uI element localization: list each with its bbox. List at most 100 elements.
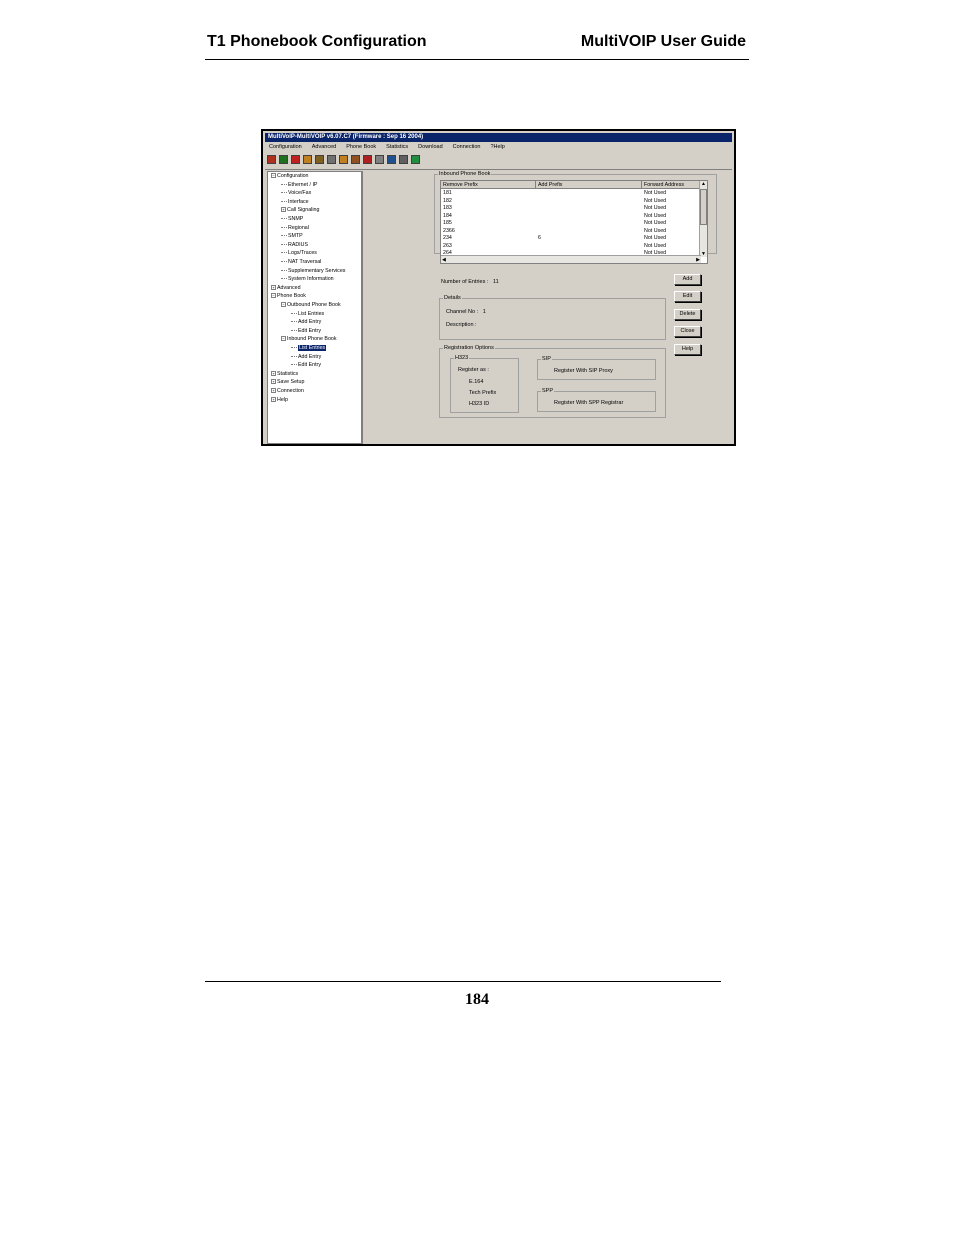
tree-item-connection[interactable]: + Connection bbox=[271, 388, 304, 395]
tree-connector-icon bbox=[291, 347, 297, 349]
user-icon[interactable] bbox=[351, 155, 360, 164]
table-cell: 6 bbox=[538, 235, 541, 241]
list-vertical-scrollbar[interactable]: ▲ ▼ bbox=[699, 181, 707, 257]
scroll-left-icon[interactable]: ◀ bbox=[442, 257, 446, 263]
spp-box: SPP Register With SPP Registrar bbox=[537, 388, 656, 412]
tree-item-label: Phone Book bbox=[277, 293, 306, 300]
toolbar-divider bbox=[265, 169, 732, 170]
number-of-entries-label: Number of Entries : 11 bbox=[441, 279, 499, 285]
tech-prefix-option[interactable]: Tech Prefix bbox=[469, 390, 496, 397]
h323-id-option[interactable]: H323 ID bbox=[469, 401, 489, 408]
tree-connector-icon bbox=[281, 200, 287, 202]
menu--help[interactable]: ?Help bbox=[490, 143, 504, 152]
tree-connector-icon bbox=[281, 218, 287, 220]
inbound-entries-list[interactable]: Remove Prefix Add Prefix Forward Address… bbox=[440, 180, 708, 264]
tree-item-label: Supplementary Services bbox=[288, 267, 346, 274]
graph-icon[interactable] bbox=[363, 155, 372, 164]
tree-item-add-entry[interactable]: Add Entry bbox=[291, 319, 321, 326]
edit-button[interactable]: Edit bbox=[674, 291, 701, 302]
menu-phone-book[interactable]: Phone Book bbox=[346, 143, 376, 152]
tree-item-save-setup[interactable]: + Save Setup bbox=[271, 379, 304, 386]
scroll-right-icon[interactable]: ▶ bbox=[696, 257, 700, 263]
table-cell: Not Used bbox=[644, 220, 667, 226]
window-title: MultiVoIP-MultiVOIP v6.07.C7 (Firmware :… bbox=[265, 133, 732, 142]
table-cell: Not Used bbox=[644, 242, 667, 249]
scroll-up-icon[interactable]: ▲ bbox=[701, 181, 706, 187]
collapse-icon[interactable]: − bbox=[271, 173, 276, 179]
menu-configuration[interactable]: Configuration bbox=[269, 143, 302, 152]
tree-item-help[interactable]: + Help bbox=[271, 397, 288, 404]
column-forward-address[interactable]: Forward Address bbox=[642, 181, 701, 189]
tree-item-interface[interactable]: Interface bbox=[281, 199, 309, 206]
tree-item-edit-entry[interactable]: Edit Entry bbox=[291, 362, 321, 369]
tree-item-label: Statistics bbox=[277, 370, 299, 377]
tree-item-ethernet-ip[interactable]: Ethernet / IP bbox=[281, 182, 317, 189]
tree-item-statistics[interactable]: + Statistics bbox=[271, 371, 298, 378]
menu-download[interactable]: Download bbox=[418, 143, 442, 152]
table-cell: 183 bbox=[443, 205, 452, 211]
expand-icon[interactable]: + bbox=[271, 370, 276, 376]
network-icon[interactable] bbox=[267, 155, 276, 164]
tree-item-label: Advanced bbox=[277, 284, 301, 291]
page-number: 184 bbox=[465, 991, 489, 1008]
tree-item-call-signaling[interactable]: + Call Signaling bbox=[281, 207, 319, 214]
tree-item-phone-book[interactable]: − Phone Book bbox=[271, 293, 306, 300]
expand-icon[interactable]: + bbox=[281, 207, 286, 213]
close-button[interactable]: Close bbox=[674, 326, 701, 337]
navigation-tree[interactable]: − Configuration Ethernet / IP Voice/Fax Inte… bbox=[267, 171, 362, 444]
tree-item-supplementary-services[interactable]: Supplementary Services bbox=[281, 268, 345, 275]
tree-item-configuration[interactable]: − Configuration bbox=[271, 173, 309, 180]
tree-item-list-entries[interactable]: List Entries bbox=[291, 311, 324, 318]
globe-icon[interactable] bbox=[411, 155, 420, 164]
tree-item-system-information[interactable]: System Information bbox=[281, 276, 334, 283]
call-icon[interactable] bbox=[339, 155, 348, 164]
menu-statistics[interactable]: Statistics bbox=[386, 143, 408, 152]
tree-item-outbound-phone-book[interactable]: − Outbound Phone Book bbox=[281, 302, 341, 309]
register-sip-proxy-checkbox[interactable]: Register With SIP Proxy bbox=[554, 368, 613, 375]
phone-book-icon[interactable] bbox=[315, 155, 324, 164]
tree-item-label: Edit Entry bbox=[298, 327, 321, 334]
tree-item-snmp[interactable]: SNMP bbox=[281, 216, 303, 223]
tree-item-logs-traces[interactable]: Logs/Traces bbox=[281, 250, 317, 257]
expand-icon[interactable]: + bbox=[271, 379, 276, 385]
printer-icon[interactable] bbox=[399, 155, 408, 164]
help-button[interactable]: Help bbox=[674, 344, 701, 355]
monitor-green-icon[interactable] bbox=[279, 155, 288, 164]
scroll-thumb[interactable] bbox=[700, 189, 707, 225]
collapse-icon[interactable]: − bbox=[271, 293, 276, 299]
tree-item-regional[interactable]: Regional bbox=[281, 225, 309, 232]
tree-item-nat-traversal[interactable]: NAT Traversal bbox=[281, 259, 321, 266]
add-button[interactable]: Add bbox=[674, 274, 701, 285]
expand-icon[interactable]: + bbox=[271, 284, 276, 290]
expand-icon[interactable]: + bbox=[271, 388, 276, 394]
tree-item-add-entry[interactable]: Add Entry bbox=[291, 354, 321, 361]
tree-item-list-entries[interactable]: List Entries bbox=[291, 345, 327, 352]
phone-icon[interactable] bbox=[303, 155, 312, 164]
tree-item-radius[interactable]: RADIUS bbox=[281, 242, 308, 249]
table-cell: Not Used bbox=[644, 205, 667, 211]
inbound-phone-book-label: Inbound Phone Book bbox=[438, 171, 492, 178]
tree-item-inbound-phone-book[interactable]: − Inbound Phone Book bbox=[281, 336, 336, 343]
e164-option[interactable]: E.164 bbox=[469, 379, 483, 386]
tree-item-advanced[interactable]: + Advanced bbox=[271, 285, 301, 292]
document-icon[interactable] bbox=[375, 155, 384, 164]
tree-item-voice-fax[interactable]: Voice/Fax bbox=[281, 190, 311, 197]
delete-button[interactable]: Delete bbox=[674, 309, 701, 320]
spp-label: SPP bbox=[541, 388, 555, 395]
tree-item-edit-entry[interactable]: Edit Entry bbox=[291, 328, 321, 335]
monitor-red-icon[interactable] bbox=[291, 155, 300, 164]
column-remove-prefix[interactable]: Remove Prefix bbox=[441, 181, 536, 189]
tree-item-smtp[interactable]: SMTP bbox=[281, 233, 303, 240]
expand-icon[interactable]: + bbox=[271, 396, 276, 402]
column-add-prefix[interactable]: Add Prefix bbox=[536, 181, 642, 189]
scroll-down-icon[interactable]: ▼ bbox=[701, 251, 706, 257]
collapse-icon[interactable]: − bbox=[281, 336, 286, 342]
collapse-icon[interactable]: − bbox=[281, 302, 286, 308]
menu-advanced[interactable]: Advanced bbox=[312, 143, 336, 152]
footer-rule bbox=[205, 981, 721, 982]
menu-connection[interactable]: Connection bbox=[453, 143, 481, 152]
settings-icon[interactable] bbox=[327, 155, 336, 164]
description-label: Description : bbox=[446, 322, 477, 328]
mail-icon[interactable] bbox=[387, 155, 396, 164]
register-spp-registrar-checkbox[interactable]: Register With SPP Registrar bbox=[554, 400, 623, 407]
